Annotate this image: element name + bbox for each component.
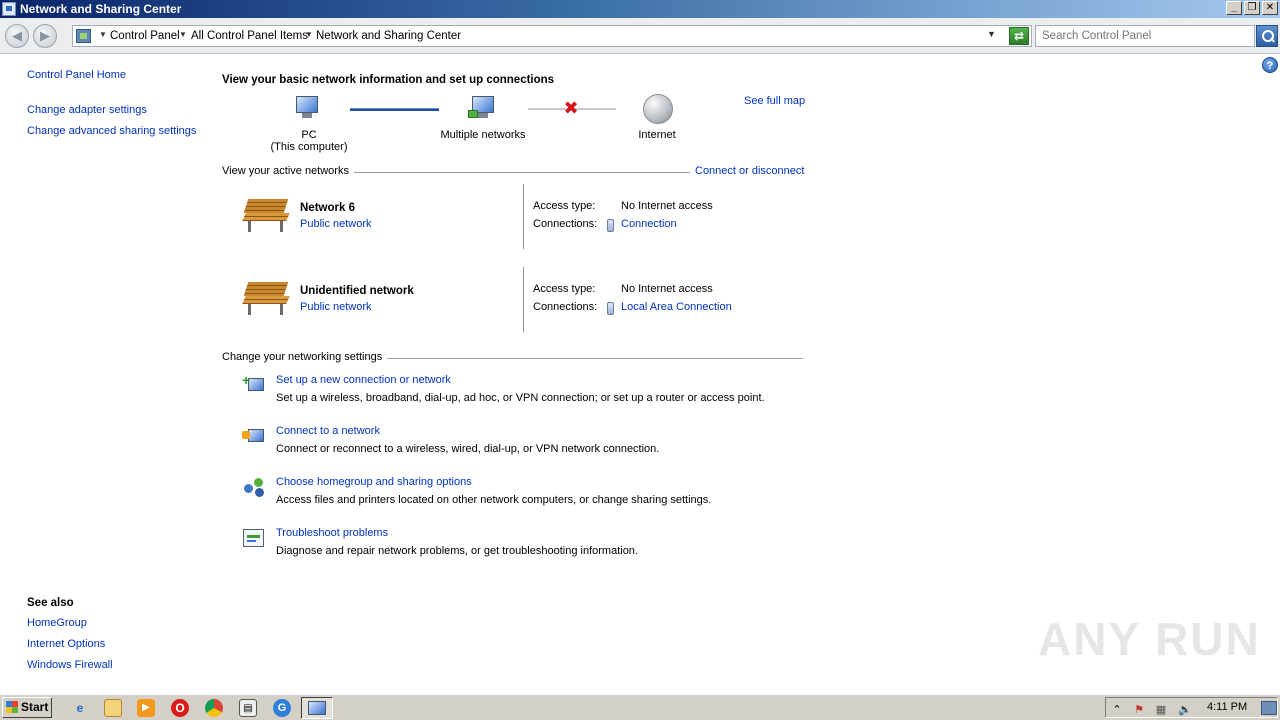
security-app-icon[interactable]: ▤	[239, 699, 257, 717]
anyrun-watermark: ANY RUN	[1038, 613, 1261, 665]
homegroup-link[interactable]: HomeGroup	[27, 617, 87, 629]
explorer-folder-icon[interactable]	[104, 699, 122, 717]
connections-label: Connections:	[533, 218, 598, 230]
divider	[523, 267, 524, 332]
ethernet-plug-icon	[607, 219, 614, 232]
network-center-icon	[2, 2, 16, 16]
network-center-taskbar-button[interactable]	[301, 697, 333, 719]
search-icon[interactable]	[1256, 25, 1278, 47]
page-title: View your basic network information and …	[222, 74, 555, 86]
setup-connection-link[interactable]: Set up a new connection or network	[276, 374, 451, 386]
internet-globe-icon	[643, 94, 673, 124]
connect-network-desc: Connect or reconnect to a wireless, wire…	[276, 443, 660, 455]
forward-button[interactable]: ▶	[33, 24, 57, 48]
access-type-label: Access type:	[533, 200, 596, 212]
clock[interactable]: 4:11 PM	[1207, 701, 1247, 713]
bench-icon	[242, 195, 292, 235]
media-player-icon[interactable]: ▶	[137, 699, 155, 717]
connect-network-icon	[242, 425, 266, 447]
homegroup-sharing-link[interactable]: Choose homegroup and sharing options	[276, 476, 472, 488]
map-node-internet: Internet	[638, 129, 676, 141]
crumb-all-items[interactable]: All Control Panel Items	[191, 30, 308, 42]
new-connection-icon: +	[242, 373, 266, 396]
chevron-up-icon[interactable]: ⌃	[1110, 703, 1124, 717]
access-type-label: Access type:	[533, 283, 596, 295]
control-panel-home-link[interactable]: Control Panel Home	[27, 69, 126, 81]
internet-options-link[interactable]: Internet Options	[27, 638, 105, 650]
access-type-value: No Internet access	[621, 200, 713, 212]
taskbar: Start e ▶ O ▤ G ⌃ ⚑ ▦ 🔈 4:11 PM	[0, 694, 1280, 720]
network-tray-icon[interactable]: ▦	[1154, 703, 1168, 717]
homegroup-sharing-desc: Access files and printers located on oth…	[276, 494, 712, 506]
crumb-control-panel[interactable]: Control Panel	[110, 30, 180, 42]
opera-icon[interactable]: O	[171, 699, 189, 717]
homegroup-icon	[242, 476, 266, 498]
title-bar: Network and Sharing Center _ ❐ ✕	[0, 0, 1280, 18]
see-full-map-link[interactable]: See full map	[744, 95, 805, 107]
connect-disconnect-link[interactable]: Connect or disconnect	[690, 165, 805, 177]
show-desktop-icon[interactable]	[1261, 701, 1277, 715]
minimize-button[interactable]: _	[1226, 1, 1242, 15]
internet-explorer-icon[interactable]: e	[71, 699, 89, 717]
connection-link[interactable]: Connection	[621, 218, 677, 230]
network-name: Network 6	[300, 202, 355, 214]
chrome-icon[interactable]	[205, 699, 223, 717]
restore-button[interactable]: ❐	[1244, 1, 1260, 15]
address-bar: ◀ ▶ ▼ Control Panel ▼ All Control Panel …	[0, 18, 1280, 54]
chevron-down-icon[interactable]: ▼	[99, 30, 107, 39]
disconnected-x-icon: ✖	[563, 98, 579, 118]
active-networks-heading: View your active networks	[222, 165, 354, 177]
control-panel-icon	[76, 29, 91, 43]
back-button[interactable]: ◀	[5, 24, 29, 48]
crumb-network-sharing[interactable]: Network and Sharing Center	[316, 30, 461, 42]
troubleshoot-link[interactable]: Troubleshoot problems	[276, 527, 388, 539]
pc-label: PC	[301, 129, 317, 141]
settings-heading: Change your networking settings	[222, 351, 388, 363]
address-dropdown-icon[interactable]: ▼	[987, 29, 996, 39]
refresh-icon[interactable]: ⇄	[1009, 27, 1029, 45]
ethernet-plug-icon	[607, 302, 614, 315]
volume-icon[interactable]: 🔈	[1178, 703, 1192, 717]
map-connection-line	[350, 108, 439, 111]
window-title: Network and Sharing Center	[20, 2, 182, 16]
bench-icon	[242, 278, 292, 318]
network-name: Unidentified network	[300, 285, 414, 297]
see-also-heading: See also	[27, 597, 74, 609]
access-type-value: No Internet access	[621, 283, 713, 295]
chevron-down-icon[interactable]: ▼	[305, 30, 313, 39]
network-type-link[interactable]: Public network	[300, 218, 372, 230]
action-center-icon[interactable]: ⚑	[1132, 703, 1146, 717]
chevron-down-icon[interactable]: ▼	[179, 30, 187, 39]
start-button[interactable]: Start	[2, 697, 52, 718]
troubleshoot-desc: Diagnose and repair network problems, or…	[276, 545, 638, 557]
connections-label: Connections:	[533, 301, 598, 313]
divider	[523, 184, 524, 249]
troubleshoot-icon	[242, 527, 266, 549]
network-type-link[interactable]: Public network	[300, 301, 372, 313]
close-button[interactable]: ✕	[1262, 1, 1278, 15]
breadcrumb[interactable]: ▼ Control Panel ▼ All Control Panel Item…	[72, 25, 1032, 47]
windows-firewall-link[interactable]: Windows Firewall	[27, 659, 113, 671]
connect-network-link[interactable]: Connect to a network	[276, 425, 380, 437]
change-advanced-sharing-link[interactable]: Change advanced sharing settings	[27, 125, 196, 137]
map-node-networks: Multiple networks	[440, 129, 526, 141]
setup-connection-desc: Set up a wireless, broadband, dial-up, a…	[276, 392, 765, 404]
help-icon[interactable]: ?	[1262, 57, 1278, 73]
multiple-networks-icon	[468, 96, 498, 120]
search-input[interactable]	[1035, 25, 1255, 47]
computer-icon	[292, 96, 322, 120]
window-controls: _ ❐ ✕	[1226, 1, 1278, 15]
browser-app-icon[interactable]: G	[273, 699, 291, 717]
map-node-pc: PC (This computer)	[258, 129, 360, 153]
change-adapter-settings-link[interactable]: Change adapter settings	[27, 104, 147, 116]
system-tray: ⌃ ⚑ ▦ 🔈	[1105, 697, 1278, 718]
local-area-connection-link[interactable]: Local Area Connection	[621, 301, 732, 313]
pc-sublabel: (This computer)	[270, 141, 348, 153]
